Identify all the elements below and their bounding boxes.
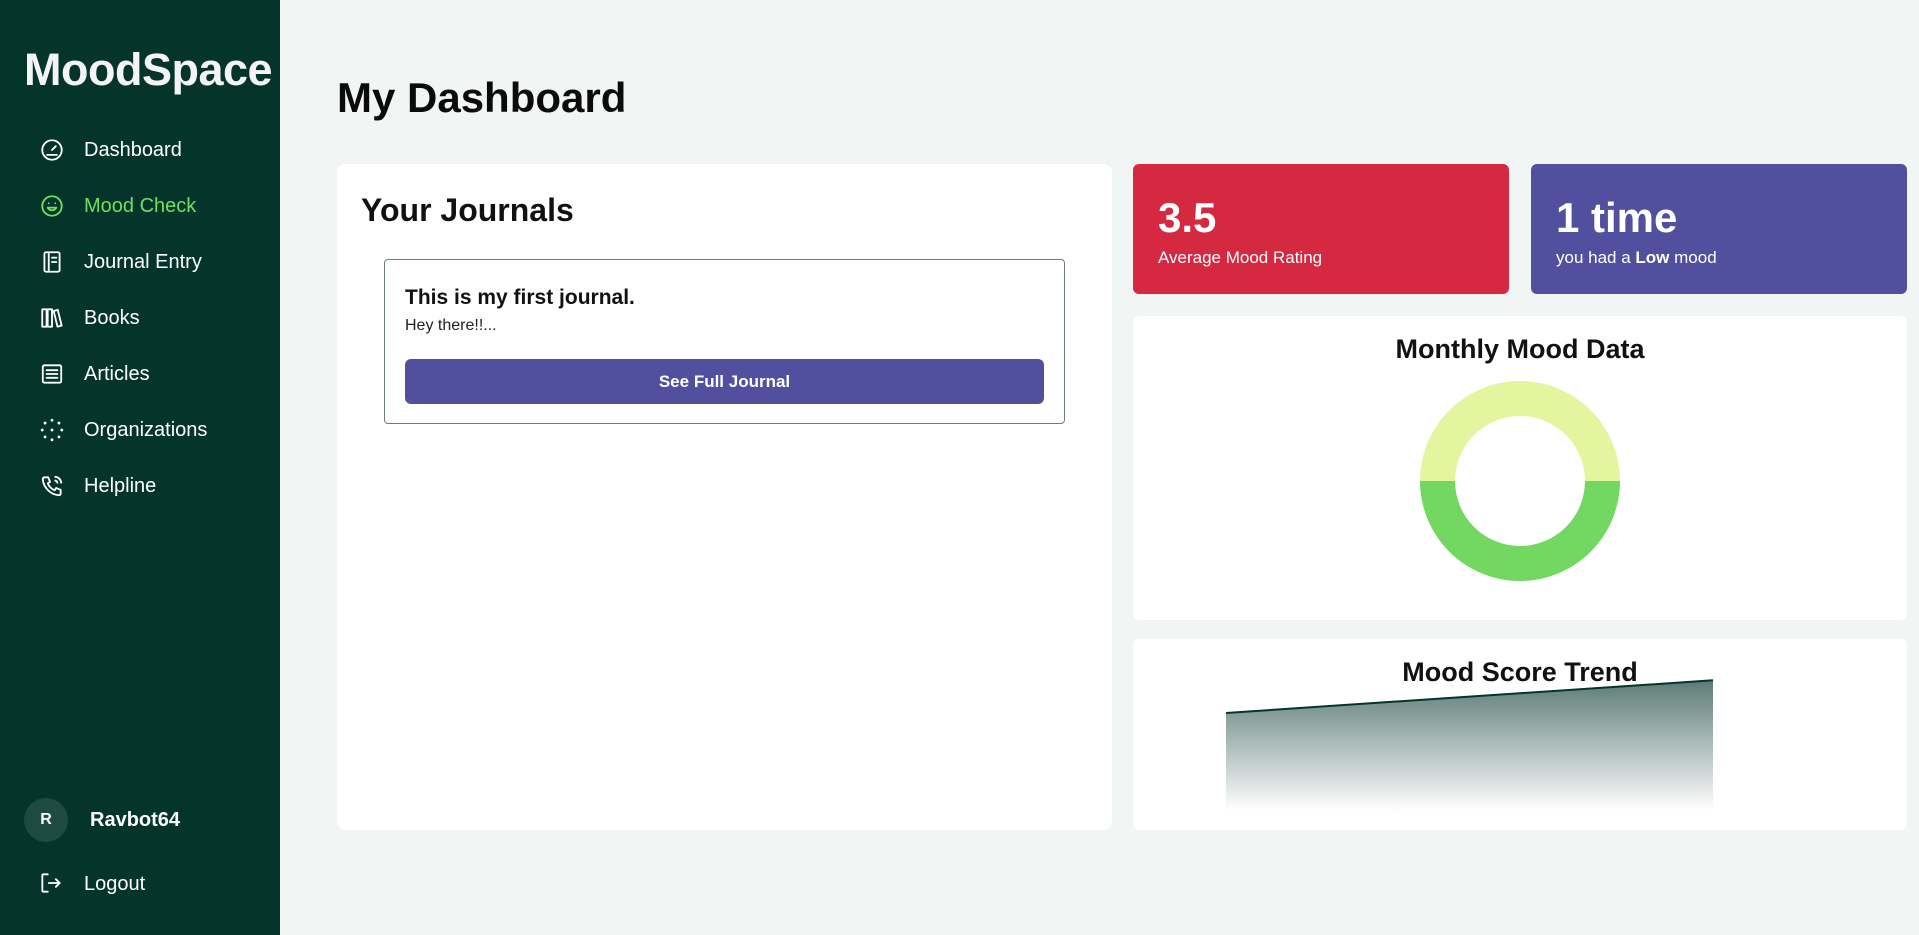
- sidebar-item-label: Helpline: [84, 474, 157, 497]
- avatar: R: [24, 798, 68, 842]
- sidebar-item-articles[interactable]: Articles: [38, 346, 207, 402]
- journal-card: This is my first journal. Hey there!!...…: [384, 259, 1065, 424]
- sidebar-item-label: Dashboard: [84, 138, 182, 161]
- sidebar-item-books[interactable]: Books: [38, 290, 207, 346]
- app-brand[interactable]: MoodSpace: [24, 44, 273, 96]
- average-mood-label: Average Mood Rating: [1158, 248, 1323, 267]
- donut-slice-0: [1420, 381, 1620, 481]
- logout-icon: [38, 870, 66, 898]
- smile-icon: [38, 192, 66, 220]
- journals-panel: Your Journals This is my first journal. …: [337, 164, 1112, 830]
- journal-title: This is my first journal.: [405, 286, 635, 309]
- journals-heading: Your Journals: [361, 192, 574, 228]
- low-mood-label-suffix: mood: [1669, 248, 1717, 267]
- user-profile[interactable]: R Ravbot64: [24, 798, 180, 842]
- logout-label: Logout: [84, 872, 146, 895]
- low-mood-label-prefix: you had a: [1556, 248, 1636, 267]
- see-full-journal-button[interactable]: See Full Journal: [405, 359, 1044, 404]
- logout-button[interactable]: Logout: [38, 870, 145, 898]
- sidebar-item-label: Mood Check: [84, 194, 197, 217]
- dots-icon: [38, 416, 66, 444]
- low-mood-card: 1 time you had a Low mood: [1531, 164, 1907, 294]
- books-icon: [38, 304, 66, 332]
- journal-icon: [38, 248, 66, 276]
- sidebar-item-label: Articles: [84, 362, 150, 385]
- username: Ravbot64: [90, 808, 181, 831]
- average-mood-value: 3.5: [1158, 194, 1217, 241]
- monthly-mood-panel: Monthly Mood Data: [1133, 316, 1907, 620]
- page-title: My Dashboard: [337, 74, 627, 121]
- journal-preview: Hey there!!...: [405, 317, 497, 334]
- sidebar-item-dashboard[interactable]: Dashboard: [38, 122, 207, 178]
- sidebar-item-label: Organizations: [84, 418, 208, 441]
- article-icon: [38, 360, 66, 388]
- sidebar-item-journal-entry[interactable]: Journal Entry: [38, 234, 207, 290]
- sidebar-item-organizations[interactable]: Organizations: [38, 402, 207, 458]
- donut-slice-1: [1420, 481, 1620, 581]
- low-mood-value: 1 time: [1556, 194, 1678, 241]
- gauge-icon: [38, 136, 66, 164]
- monthly-mood-chart: [1420, 381, 1620, 581]
- sidebar-item-label: Journal Entry: [84, 250, 202, 273]
- sidebar-item-helpline[interactable]: Helpline: [38, 458, 207, 514]
- mood-trend-panel: Mood Score Trend: [1133, 639, 1907, 830]
- low-mood-label: you had a Low mood: [1556, 248, 1717, 268]
- sidebar-nav: Dashboard Mood Check Journal Entry Books…: [38, 122, 207, 514]
- sidebar-item-label: Books: [84, 306, 140, 329]
- trend-area: [1226, 680, 1713, 811]
- sidebar-item-mood-check[interactable]: Mood Check: [38, 178, 207, 234]
- low-mood-label-bold: Low: [1635, 248, 1670, 267]
- phone-icon: [38, 472, 66, 500]
- sidebar: MoodSpace Dashboard Mood Check Journal E…: [0, 0, 280, 935]
- mood-trend-chart: [1225, 679, 1714, 811]
- average-mood-card: 3.5 Average Mood Rating: [1133, 164, 1509, 294]
